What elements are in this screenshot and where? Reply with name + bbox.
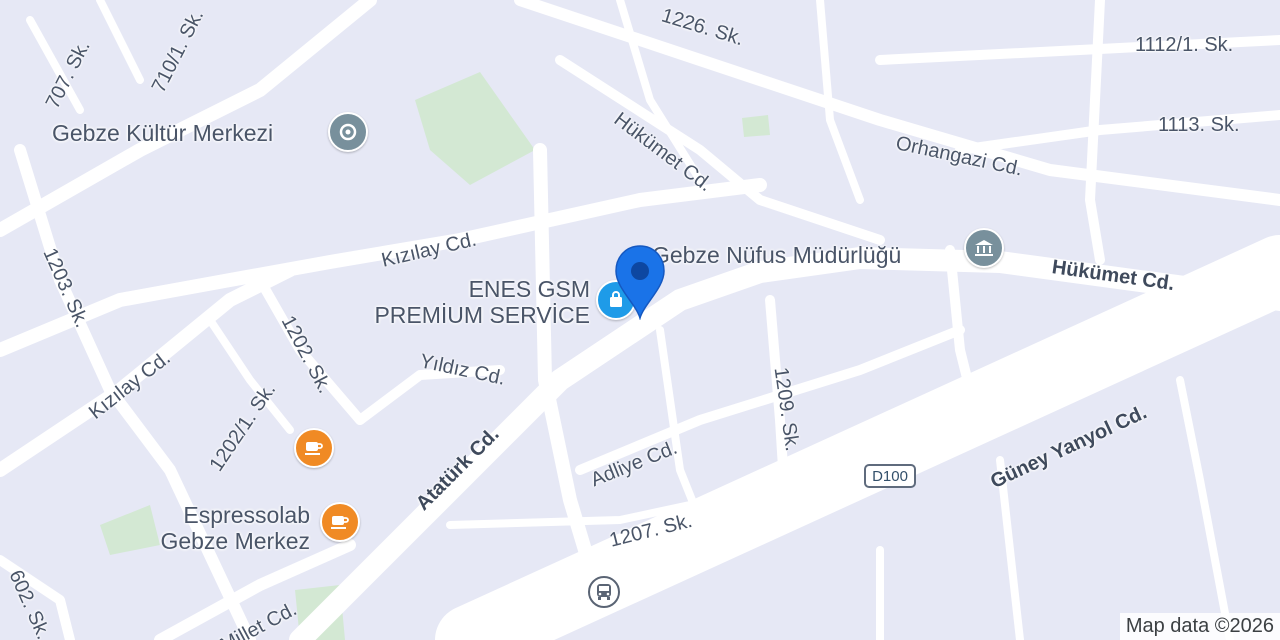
poi-label-enes-gsm[interactable]: ENES GSM PREMİUM SERVİCE [347, 276, 590, 328]
poi-label-espresso-line2: Gebze Merkez [160, 528, 310, 554]
poi-label-nufus-mudurlugu[interactable]: Gebze Nüfus Müdürlüğü [652, 242, 901, 268]
poi-label-espresso-line1: Espressolab [183, 502, 310, 528]
road-1100 [1085, 0, 1105, 265]
landmark-icon[interactable] [328, 112, 368, 152]
road-orhangazi [514, 0, 1280, 206]
highway-shield-d100: D100 [864, 464, 916, 488]
bus-icon[interactable] [588, 576, 620, 608]
map-attribution: Map data ©2026 [1119, 613, 1280, 640]
selected-location-pin-icon[interactable] [612, 244, 668, 320]
map-canvas[interactable]: 1226. Sk. 1112/1. Sk. 707. Sk. 710/1. Sk… [0, 0, 1280, 640]
poi-label-espressolab[interactable]: Espressolab Gebze Merkez [160, 502, 310, 554]
poi-label-enes-line2: PREMİUM SERVİCE [374, 302, 590, 328]
park-area [415, 72, 535, 185]
coffee-cup-icon[interactable] [294, 428, 334, 468]
coffee-cup-icon[interactable] [320, 502, 360, 542]
park-area [742, 115, 770, 137]
poi-label-enes-line1: ENES GSM [468, 276, 590, 302]
street-label-1113: 1113. Sk. [1158, 114, 1240, 136]
road-minor [96, 0, 144, 84]
street-label-1112-1: 1112/1. Sk. [1135, 34, 1234, 56]
road-minor [816, 0, 864, 204]
park-area [100, 505, 160, 555]
road-minor [1176, 376, 1234, 640]
government-building-icon[interactable] [964, 228, 1004, 268]
poi-label-kultur-merkezi[interactable]: Gebze Kültür Merkezi [52, 120, 273, 146]
